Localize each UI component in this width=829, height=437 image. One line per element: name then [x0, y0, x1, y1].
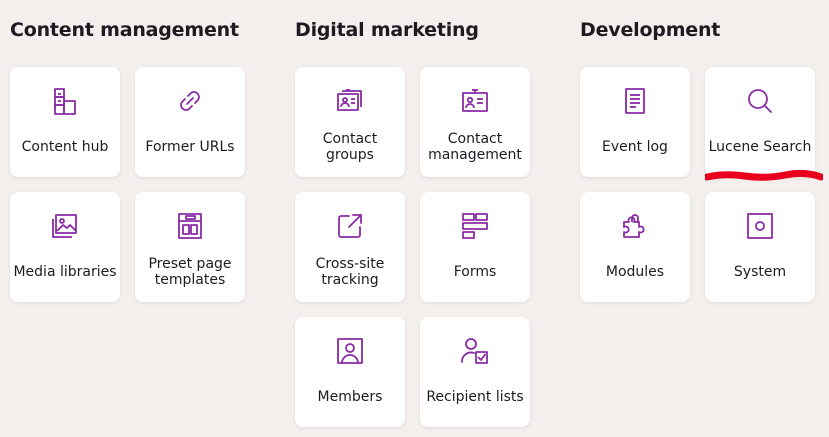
puzzle-icon: [619, 210, 651, 242]
tile-label: Media libraries: [13, 264, 117, 280]
page-template-icon: [174, 210, 206, 242]
user-checklist-icon: [459, 335, 491, 367]
tile-contact-groups[interactable]: Contact groups: [295, 67, 405, 177]
tile-label: Event log: [602, 139, 668, 155]
tile-system[interactable]: System: [705, 192, 815, 302]
tile-lucene-search[interactable]: Lucene Search: [705, 67, 815, 177]
tile-label: Lucene Search: [708, 139, 812, 155]
tile-label: Contact management: [428, 131, 522, 163]
contact-card-icon: [459, 85, 491, 117]
section-title: Content management: [10, 19, 239, 41]
tile-label: Content hub: [21, 139, 109, 155]
search-icon: [744, 85, 776, 117]
system-box-icon: [744, 210, 776, 242]
external-link-icon: [334, 210, 366, 242]
tile-media-libraries[interactable]: Media libraries: [10, 192, 120, 302]
member-icon: [334, 335, 366, 367]
section-title: Development: [580, 19, 721, 41]
tile-members[interactable]: Members: [295, 317, 405, 427]
section-title: Digital marketing: [295, 19, 479, 41]
tile-label: Modules: [605, 264, 665, 280]
tile-label: Cross-site tracking: [315, 256, 385, 288]
form-layout-icon: [459, 210, 491, 242]
contact-groups-icon: [334, 85, 366, 117]
tile-label: Members: [317, 389, 383, 405]
tile-cross-site-tracking[interactable]: Cross-site tracking: [295, 192, 405, 302]
tile-former-urls[interactable]: Former URLs: [135, 67, 245, 177]
media-library-icon: [49, 210, 81, 242]
tile-label: Recipient lists: [426, 389, 524, 405]
tile-label: System: [733, 264, 787, 280]
document-list-icon: [619, 85, 651, 117]
tile-forms[interactable]: Forms: [420, 192, 530, 302]
tile-event-log[interactable]: Event log: [580, 67, 690, 177]
tile-label: Preset page templates: [148, 256, 232, 288]
content-hub-icon: [49, 85, 81, 117]
tile-label: Contact groups: [322, 131, 378, 163]
red-annotation-mark: [705, 169, 823, 181]
tile-label: Forms: [453, 264, 497, 280]
tile-preset-page-templates[interactable]: Preset page templates: [135, 192, 245, 302]
tile-recipient-lists[interactable]: Recipient lists: [420, 317, 530, 427]
link-icon: [174, 85, 206, 117]
tile-label: Former URLs: [145, 139, 235, 155]
tile-modules[interactable]: Modules: [580, 192, 690, 302]
tile-content-hub[interactable]: Content hub: [10, 67, 120, 177]
tile-contact-management[interactable]: Contact management: [420, 67, 530, 177]
